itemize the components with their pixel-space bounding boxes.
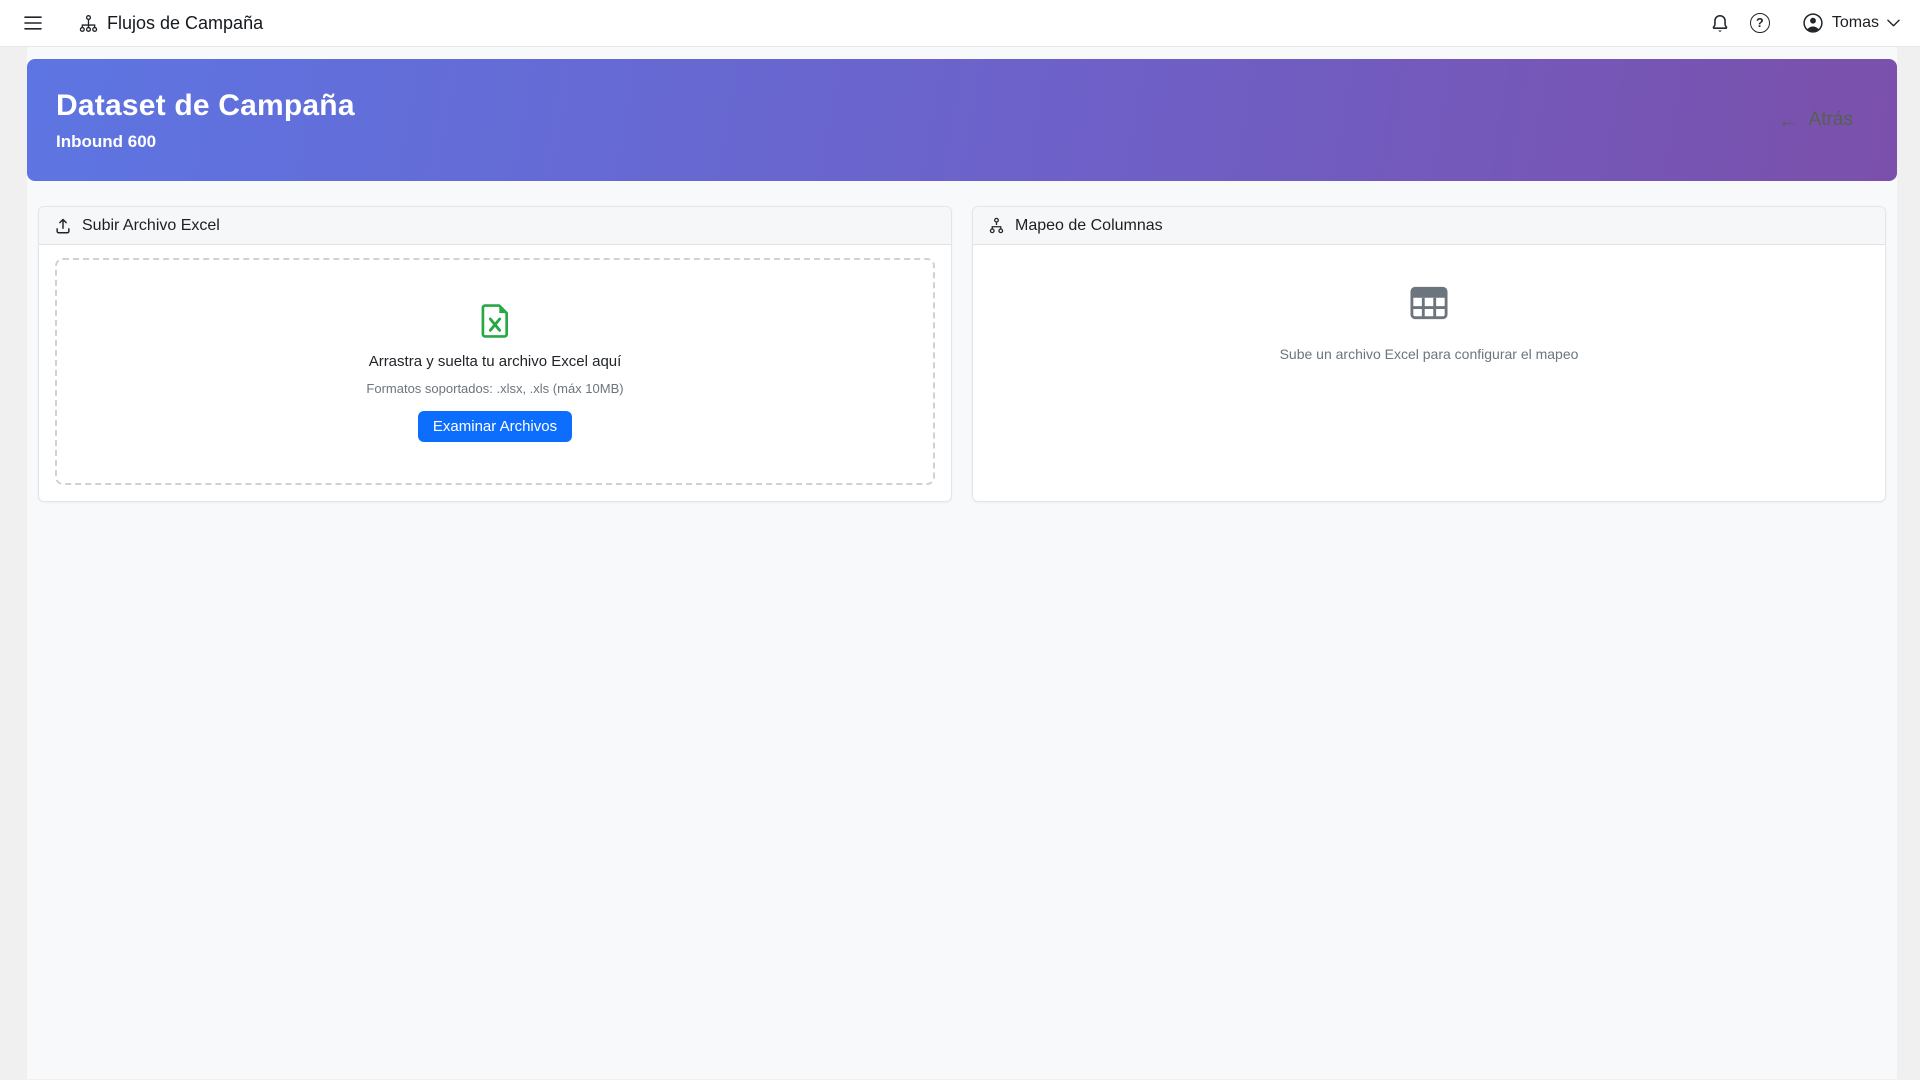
panels-row: Subir Archivo Excel Arrastra y suelta tu… [38,206,1886,502]
mapping-panel-title: Mapeo de Columnas [1015,217,1163,235]
browse-files-button[interactable]: Examinar Archivos [418,411,572,442]
navbar-actions: ? Tomas [1706,9,1900,38]
mapping-panel: Mapeo de Columnas Sube un archivo Excel … [972,206,1886,502]
page-subtitle: Inbound 600 [56,132,1851,152]
hierarchy-icon [988,217,1005,234]
upload-panel-body: Arrastra y suelta tu archivo Excel aquí … [39,245,951,501]
chevron-down-icon [1887,19,1900,27]
help-button[interactable]: ? [1746,9,1774,37]
mapping-empty-text: Sube un archivo Excel para configurar el… [989,346,1869,362]
hamburger-icon [24,16,42,30]
dropzone-title: Arrastra y suelta tu archivo Excel aquí [369,353,622,370]
arrow-left-icon: ← [1778,110,1799,131]
notifications-button[interactable] [1706,9,1734,38]
excel-dropzone[interactable]: Arrastra y suelta tu archivo Excel aquí … [55,258,935,485]
upload-panel-title: Subir Archivo Excel [82,217,220,235]
excel-file-icon [475,301,515,341]
page-title: Dataset de Campaña [56,89,1851,123]
dropzone-hint: Formatos soportados: .xlsx, .xls (máx 10… [366,381,623,396]
campaign-banner: Dataset de Campaña Inbound 600 ← Atrás [27,59,1897,181]
mapping-panel-header: Mapeo de Columnas [973,207,1885,245]
upload-panel-header: Subir Archivo Excel [39,207,951,245]
app-brand[interactable]: Flujos de Campaña [79,13,263,34]
upload-panel: Subir Archivo Excel Arrastra y suelta tu… [38,206,952,502]
sitemap-icon [79,14,98,33]
help-glyph: ? [1756,17,1764,30]
page-content: Dataset de Campaña Inbound 600 ← Atrás S… [27,47,1897,1079]
user-name: Tomas [1832,14,1879,32]
menu-button[interactable] [20,12,46,34]
top-navbar: Flujos de Campaña ? [0,0,1920,47]
person-circle-icon [1802,12,1824,34]
table-icon [1410,286,1448,320]
help-icon: ? [1750,13,1770,33]
back-label: Atrás [1809,109,1853,131]
app-title: Flujos de Campaña [107,13,263,34]
upload-icon [54,217,72,235]
back-link[interactable]: ← Atrás [1778,109,1853,131]
user-menu[interactable]: Tomas [1802,12,1900,34]
mapping-panel-body: Sube un archivo Excel para configurar el… [973,245,1885,501]
bell-icon [1710,13,1730,34]
